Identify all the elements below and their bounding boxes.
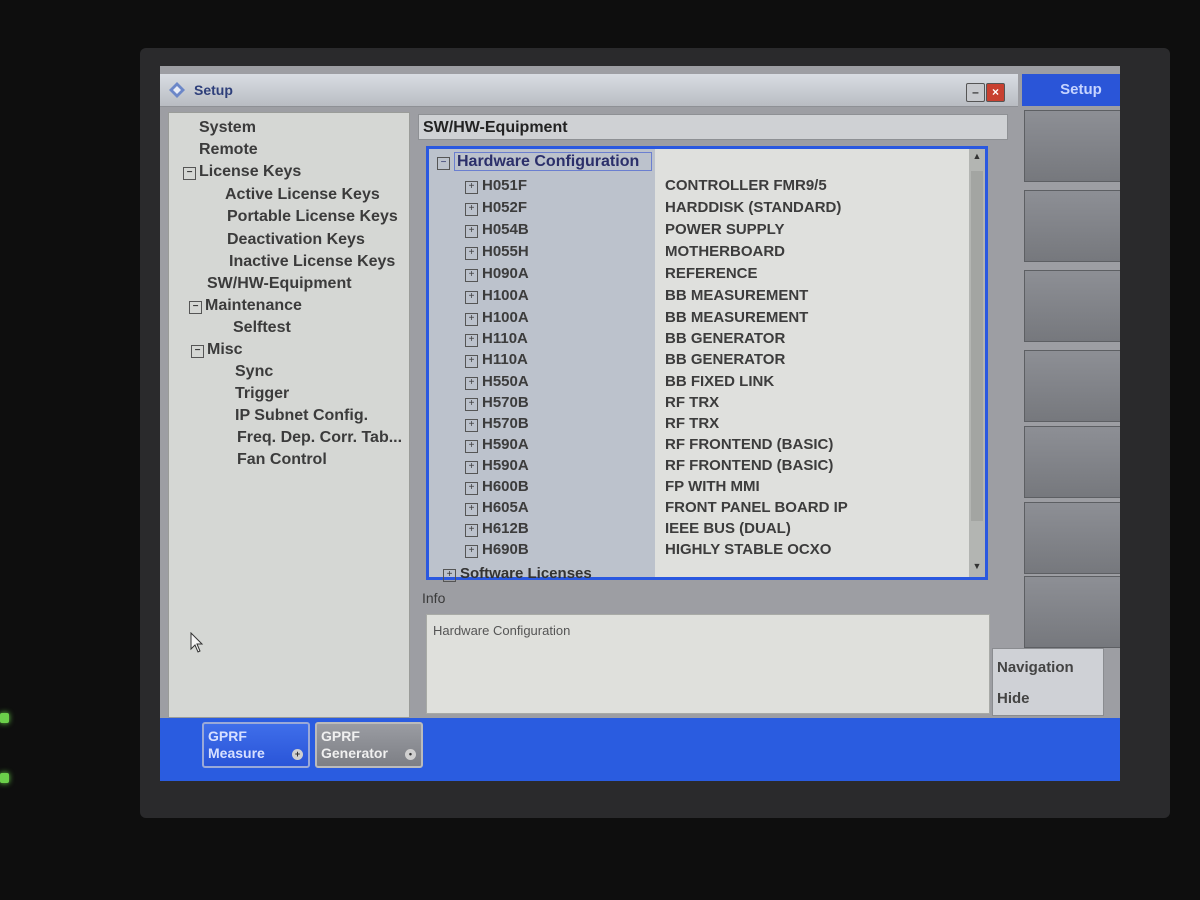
- expand-icon[interactable]: +: [465, 355, 478, 368]
- nav-item-license-keys[interactable]: − License Keys: [183, 163, 301, 181]
- expand-icon[interactable]: +: [465, 269, 478, 282]
- vertical-scrollbar[interactable]: ▲ ▼: [969, 149, 985, 577]
- expand-icon[interactable]: +: [465, 203, 478, 216]
- collapse-icon[interactable]: −: [191, 345, 204, 358]
- generator-state-icon: •: [405, 749, 416, 760]
- nav-item-sw-hw-equipment[interactable]: SW/HW-Equipment: [207, 275, 352, 293]
- nav-tree: System Remote − License Keys Active Licen…: [168, 112, 410, 718]
- nav-item-trigger[interactable]: Trigger: [235, 385, 289, 403]
- measure-state-icon: +: [292, 749, 303, 760]
- expand-icon[interactable]: +: [465, 503, 478, 516]
- nav-item-portable-license-keys[interactable]: Portable License Keys: [227, 208, 398, 226]
- expand-icon[interactable]: +: [465, 440, 478, 453]
- hw-row[interactable]: + H605A FRONT PANEL BOARD IP: [429, 499, 969, 520]
- gprf-generator-button[interactable]: GPRF Generator •: [315, 722, 423, 768]
- hw-row[interactable]: + H110A BB GENERATOR: [429, 330, 969, 351]
- expand-icon[interactable]: +: [465, 545, 478, 558]
- hide-label: Hide: [997, 690, 1030, 707]
- expand-icon[interactable]: +: [465, 225, 478, 238]
- collapse-icon[interactable]: −: [437, 157, 450, 170]
- expand-icon[interactable]: +: [465, 181, 478, 194]
- window-titlebar: Setup – ×: [160, 74, 1018, 107]
- expand-icon[interactable]: +: [465, 461, 478, 474]
- nav-item-remote[interactable]: Remote: [199, 141, 258, 159]
- navigation-label: Navigation: [997, 659, 1074, 676]
- window-title: Setup: [194, 82, 233, 98]
- nav-item-ip-subnet-config[interactable]: IP Subnet Config.: [235, 407, 368, 425]
- panel-header: SW/HW-Equipment: [418, 114, 1008, 140]
- hw-row[interactable]: + H110A BB GENERATOR: [429, 351, 969, 372]
- expand-icon[interactable]: +: [465, 524, 478, 537]
- hw-row[interactable]: + H055H MOTHERBOARD: [429, 243, 969, 264]
- expand-icon[interactable]: +: [465, 291, 478, 304]
- close-icon: ×: [991, 85, 999, 99]
- mouse-cursor-icon: [190, 632, 204, 653]
- softkey-4[interactable]: [1024, 350, 1120, 422]
- softkey-1[interactable]: [1024, 110, 1120, 182]
- softkey-3[interactable]: [1024, 270, 1120, 342]
- softkey-6[interactable]: [1024, 502, 1120, 574]
- nav-item-inactive-license-keys[interactable]: Inactive License Keys: [229, 253, 395, 271]
- softkey-title: Setup: [1022, 74, 1120, 106]
- collapse-icon[interactable]: −: [189, 301, 202, 314]
- status-led: [0, 713, 9, 723]
- info-label: Info: [422, 590, 446, 606]
- nav-item-sync[interactable]: Sync: [235, 363, 273, 381]
- hw-row[interactable]: + H612B IEEE BUS (DUAL): [429, 520, 969, 541]
- hw-row[interactable]: + H100A BB MEASUREMENT: [429, 287, 969, 308]
- rs-logo-icon: [169, 82, 185, 98]
- close-button[interactable]: ×: [986, 83, 1005, 102]
- hw-row[interactable]: + H590A RF FRONTEND (BASIC): [429, 436, 969, 457]
- nav-item-deactivation-keys[interactable]: Deactivation Keys: [227, 231, 365, 249]
- hardware-tree: − Hardware Configuration + H051F CONTROLLER…: [426, 146, 988, 582]
- minimize-button[interactable]: –: [966, 83, 985, 102]
- expand-icon[interactable]: +: [465, 377, 478, 390]
- hw-row[interactable]: + H570B RF TRX: [429, 394, 969, 415]
- hw-row[interactable]: + H590A RF FRONTEND (BASIC): [429, 457, 969, 478]
- instrument-screen: Setup – × Setup Navigation Hide System R…: [160, 66, 1120, 781]
- hw-row[interactable]: + H600B FP WITH MMI: [429, 478, 969, 499]
- hw-row[interactable]: + H690B HIGHLY STABLE OCXO: [429, 541, 969, 562]
- hw-row[interactable]: + H550A BB FIXED LINK: [429, 373, 969, 394]
- expand-icon[interactable]: +: [465, 482, 478, 495]
- scroll-thumb[interactable]: [971, 171, 983, 521]
- hw-row[interactable]: + H090A REFERENCE: [429, 265, 969, 286]
- nav-item-misc[interactable]: − Misc: [191, 341, 243, 359]
- minimize-icon: –: [972, 85, 979, 99]
- hw-row[interactable]: + H570B RF TRX: [429, 415, 969, 436]
- nav-item-fan-control[interactable]: Fan Control: [237, 451, 327, 469]
- hw-row[interactable]: + H051F CONTROLLER FMR9/5: [429, 177, 969, 198]
- collapse-icon[interactable]: −: [183, 167, 196, 180]
- navigation-softkey[interactable]: Navigation Hide: [992, 648, 1104, 716]
- expand-icon[interactable]: +: [443, 569, 456, 582]
- scroll-up-icon[interactable]: ▲: [971, 151, 983, 165]
- softkey-2[interactable]: [1024, 190, 1120, 262]
- info-box: Hardware Configuration: [426, 614, 990, 714]
- expand-icon[interactable]: +: [465, 334, 478, 347]
- hw-row[interactable]: + H100A BB MEASUREMENT: [429, 309, 969, 330]
- software-licenses-node[interactable]: + Software Licenses: [443, 565, 592, 582]
- taskbar: GPRF Measure + GPRF Generator •: [160, 718, 1120, 781]
- scroll-down-icon[interactable]: ▼: [971, 561, 983, 575]
- softkey-7[interactable]: [1024, 576, 1120, 648]
- hw-row[interactable]: + H054B POWER SUPPLY: [429, 221, 969, 242]
- expand-icon[interactable]: +: [465, 419, 478, 432]
- nav-item-active-license-keys[interactable]: Active License Keys: [225, 186, 380, 204]
- gprf-measure-button[interactable]: GPRF Measure +: [202, 722, 310, 768]
- hw-row[interactable]: + H052F HARDDISK (STANDARD): [429, 199, 969, 220]
- softkey-5[interactable]: [1024, 426, 1120, 498]
- nav-item-freq-dep-corr-tab[interactable]: Freq. Dep. Corr. Tab...: [237, 429, 402, 447]
- nav-item-selftest[interactable]: Selftest: [233, 319, 291, 337]
- nav-item-system[interactable]: System: [199, 119, 256, 137]
- expand-icon[interactable]: +: [465, 247, 478, 260]
- nav-item-maintenance[interactable]: − Maintenance: [189, 297, 302, 315]
- expand-icon[interactable]: +: [465, 313, 478, 326]
- expand-icon[interactable]: +: [465, 398, 478, 411]
- status-led: [0, 773, 9, 783]
- hardware-configuration-node[interactable]: − Hardware Configuration: [437, 152, 653, 171]
